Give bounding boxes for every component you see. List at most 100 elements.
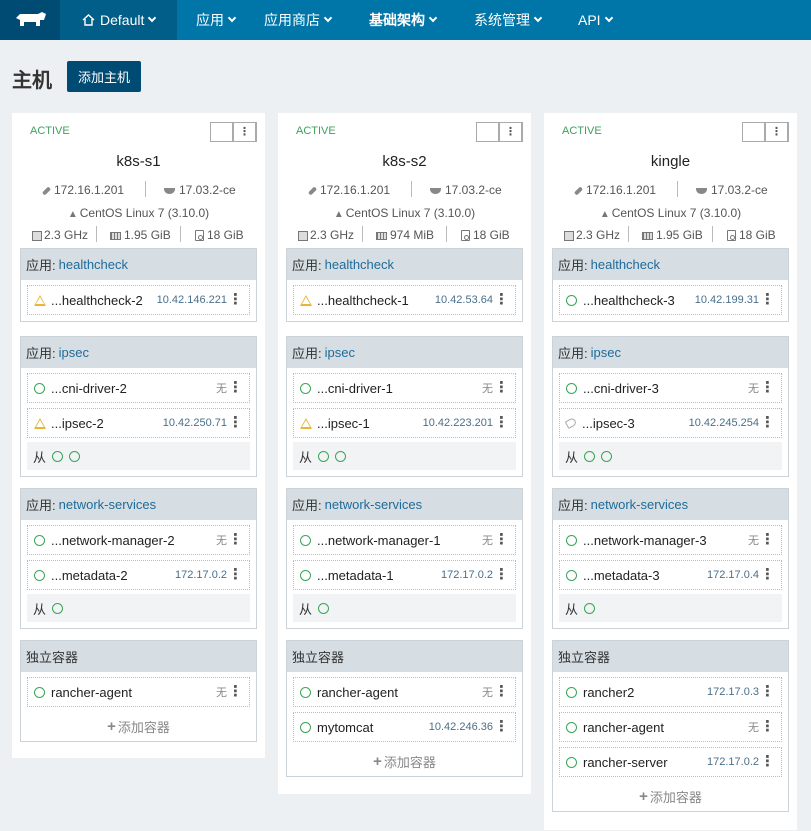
container-row[interactable]: ...ipsec-2 10.42.250.71 ⋮	[27, 408, 250, 438]
standalone-containers: 独立容器 rancher2 172.17.0.3 ⋮ rancher-agent 无 ⋮ ra…	[552, 640, 789, 812]
container-menu-icon[interactable]: ⋮	[494, 684, 509, 699]
container-row[interactable]: ...metadata-1 172.17.0.2 ⋮	[293, 560, 516, 590]
sidekick-status-icon[interactable]	[69, 450, 81, 462]
environment-switcher[interactable]: Default	[60, 0, 177, 40]
host-menu-button[interactable]: ⋮	[233, 122, 257, 142]
host-cpu: 2.3 GHz	[576, 228, 621, 242]
container-row[interactable]: ...healthcheck-2 10.42.146.221 ⋮	[27, 285, 250, 315]
container-menu-icon[interactable]: ⋮	[760, 684, 775, 699]
container-menu-icon[interactable]: ⋮	[228, 292, 243, 307]
add-container-button[interactable]: + 添加容器	[553, 781, 788, 811]
nav-infrastructure[interactable]: 基础架构	[369, 0, 438, 40]
stack-name-link[interactable]: healthcheck	[59, 257, 128, 272]
stack-name-link[interactable]: network-services	[325, 497, 423, 512]
sidekick-status-icon[interactable]	[584, 450, 596, 462]
container-menu-icon[interactable]: ⋮	[228, 415, 243, 430]
container-row[interactable]: ...cni-driver-2 无 ⋮	[27, 373, 250, 403]
stack-name-link[interactable]: network-services	[59, 497, 157, 512]
sidekick-status-icon[interactable]	[584, 602, 596, 614]
container-menu-icon[interactable]: ⋮	[760, 567, 775, 582]
container-row[interactable]: ...ipsec-3 10.42.245.254 ⋮	[559, 408, 782, 438]
stack-name-link[interactable]: ipsec	[325, 345, 355, 360]
plus-icon: +	[373, 752, 382, 770]
container-ip: 无	[748, 535, 759, 547]
pause-button[interactable]	[476, 122, 500, 142]
sidekick-status-icon[interactable]	[601, 450, 613, 462]
sidekick-status-icon[interactable]	[318, 602, 330, 614]
linux-icon: ▲	[599, 209, 610, 220]
container-menu-icon[interactable]: ⋮	[760, 719, 775, 734]
container-row[interactable]: ...healthcheck-3 10.42.199.31 ⋮	[559, 285, 782, 315]
container-menu-icon[interactable]: ⋮	[760, 754, 775, 769]
sidekick-status-icon[interactable]	[52, 602, 64, 614]
sidekick-status-icon[interactable]	[318, 450, 330, 462]
container-menu-icon[interactable]: ⋮	[228, 567, 243, 582]
container-menu-icon[interactable]: ⋮	[760, 380, 775, 395]
container-menu-icon[interactable]: ⋮	[494, 415, 509, 430]
cpu-icon	[32, 230, 42, 241]
host-menu-button[interactable]: ⋮	[765, 122, 789, 142]
host-name[interactable]: kingle	[544, 153, 797, 170]
container-row[interactable]: rancher-agent 无 ⋮	[27, 677, 250, 707]
container-row[interactable]: ...metadata-2 172.17.0.2 ⋮	[27, 560, 250, 590]
container-row[interactable]: rancher-agent 无 ⋮	[293, 677, 516, 707]
container-row[interactable]: rancher2 172.17.0.3 ⋮	[559, 677, 782, 707]
pause-button[interactable]	[742, 122, 766, 142]
running-status-icon	[566, 569, 577, 581]
chevron-down-icon	[604, 13, 613, 23]
host-name[interactable]: k8s-s2	[278, 153, 531, 170]
add-container-button[interactable]: + 添加容器	[21, 711, 256, 741]
container-menu-icon[interactable]: ⋮	[228, 684, 243, 699]
container-menu-icon[interactable]: ⋮	[494, 292, 509, 307]
stack-name-link[interactable]: ipsec	[591, 345, 621, 360]
container-row[interactable]: mytomcat 10.42.246.36 ⋮	[293, 712, 516, 742]
nav-admin[interactable]: 系统管理	[474, 0, 543, 40]
rancher-logo[interactable]	[0, 0, 60, 40]
stack-name-link[interactable]: healthcheck	[591, 257, 660, 272]
container-row[interactable]: ...network-manager-3 无 ⋮	[559, 525, 782, 555]
host-card: ACTIVE ⋮ k8s-s2 172.16.1.201 17.03.2-ce ▲ Cent…	[278, 113, 531, 794]
container-row[interactable]: ...cni-driver-1 无 ⋮	[293, 373, 516, 403]
host-menu-button[interactable]: ⋮	[499, 122, 523, 142]
container-menu-icon[interactable]: ⋮	[494, 380, 509, 395]
container-row[interactable]: ...cni-driver-3 无 ⋮	[559, 373, 782, 403]
container-name: rancher-agent	[51, 684, 132, 700]
container-row[interactable]: ...ipsec-1 10.42.223.201 ⋮	[293, 408, 516, 438]
host-name[interactable]: k8s-s1	[12, 153, 265, 170]
page-title: 主机	[12, 70, 52, 92]
container-menu-icon[interactable]: ⋮	[228, 532, 243, 547]
container-menu-icon[interactable]: ⋮	[494, 719, 509, 734]
container-ip: 10.42.146.221	[156, 294, 227, 306]
container-row[interactable]: rancher-agent 无 ⋮	[559, 712, 782, 742]
container-row[interactable]: ...network-manager-1 无 ⋮	[293, 525, 516, 555]
container-menu-icon[interactable]: ⋮	[760, 532, 775, 547]
container-menu-icon[interactable]: ⋮	[760, 415, 775, 430]
nav-catalog[interactable]: 应用商店	[264, 0, 333, 40]
container-row[interactable]: rancher-server 172.17.0.2 ⋮	[559, 747, 782, 777]
sidekick-status-icon[interactable]	[335, 450, 347, 462]
container-menu-icon[interactable]: ⋮	[228, 380, 243, 395]
container-row[interactable]: ...healthcheck-1 10.42.53.64 ⋮	[293, 285, 516, 315]
stack-netsvc: 应用: network-services ...network-manager-2…	[20, 488, 257, 629]
nav-api[interactable]: API	[578, 0, 613, 40]
stack-name-link[interactable]: ipsec	[59, 345, 89, 360]
running-status-icon	[566, 534, 577, 546]
container-menu-icon[interactable]: ⋮	[494, 532, 509, 547]
container-menu-icon[interactable]: ⋮	[494, 567, 509, 582]
container-row[interactable]: ...metadata-3 172.17.0.4 ⋮	[559, 560, 782, 590]
add-container-button[interactable]: + 添加容器	[287, 746, 522, 776]
stack-header: 应用: healthcheck	[21, 249, 256, 280]
container-name: ...healthcheck-2	[51, 292, 143, 308]
sidekick-status-icon[interactable]	[52, 450, 64, 462]
stack-name-link[interactable]: healthcheck	[325, 257, 394, 272]
container-row[interactable]: ...network-manager-2 无 ⋮	[27, 525, 250, 555]
host-disk: 18 GiB	[207, 228, 244, 242]
pause-button[interactable]	[210, 122, 234, 142]
add-host-button[interactable]: 添加主机	[67, 61, 141, 92]
container-menu-icon[interactable]: ⋮	[760, 292, 775, 307]
container-ip: 172.17.0.2	[175, 569, 227, 581]
disk-icon	[195, 230, 204, 242]
stack-name-link[interactable]: network-services	[591, 497, 689, 512]
nav-apps[interactable]: 应用	[196, 0, 237, 40]
running-status-icon	[34, 382, 45, 394]
